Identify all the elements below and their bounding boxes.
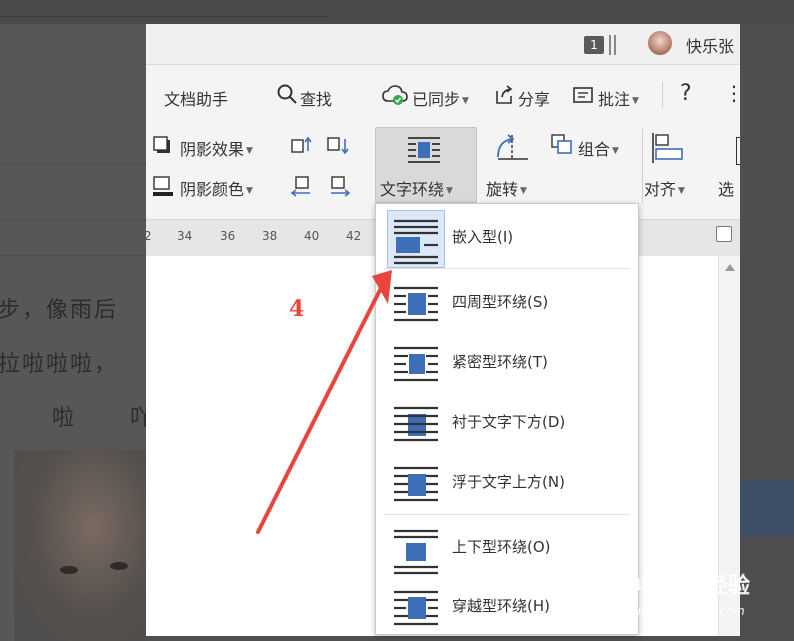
shadow-nudge-down-icon[interactable]: [326, 135, 350, 157]
chevron-down-icon: ▼: [612, 145, 619, 156]
wrap-top-bottom-icon: [394, 529, 438, 575]
share-button[interactable]: 分享: [518, 86, 550, 110]
wrap-square-icon: [394, 286, 438, 322]
chevron-down-icon: ▼: [246, 145, 253, 156]
shadow-color-icon[interactable]: [152, 175, 174, 197]
wrap-through-item[interactable]: 穿越型环绕(H): [384, 576, 630, 634]
wrap-inline-icon: [394, 219, 438, 265]
wrap-top-bottom-item[interactable]: 上下型环绕(O): [384, 517, 630, 575]
wrap-inline-item[interactable]: 嵌入型(I): [384, 207, 630, 268]
paw-icon: ❀: [648, 570, 667, 595]
dimmed-text-line-3: 啦 吖: [52, 406, 154, 431]
find-button[interactable]: 查找: [300, 86, 332, 110]
select-button[interactable]: 选: [718, 176, 734, 200]
text-wrap-icon: [408, 137, 440, 163]
chevron-down-icon: ▼: [462, 95, 469, 106]
shadow-nudge-left-icon[interactable]: [290, 175, 314, 197]
help-button[interactable]: ?: [680, 81, 692, 106]
dimmed-right-panel: [740, 24, 794, 641]
group-icon[interactable]: [550, 133, 574, 155]
dimmed-text-line-2: 拉啦啦啦，: [0, 352, 119, 377]
wrap-behind-icon: [394, 406, 438, 442]
selection-pane-icon[interactable]: [736, 137, 740, 165]
dimmed-text-line-1: 步，像雨后: [0, 298, 119, 323]
watermark-product: 经验: [706, 574, 751, 599]
watermark-logo: Bai❀du: [608, 566, 699, 596]
cloud-sync-icon[interactable]: [382, 84, 408, 106]
chevron-down-icon: ▼: [446, 185, 453, 196]
doc-assistant-button[interactable]: 文档助手: [164, 86, 228, 110]
ruler-toggle-icon[interactable]: [716, 226, 732, 242]
wrap-square-item[interactable]: 四周型环绕(S): [384, 272, 630, 330]
text-wrap-menu: 嵌入型(I) 四周型环绕(S) 紧密型环绕(T) 衬于文字下方(D) 浮于文字上…: [375, 203, 639, 635]
title-bar: 1 快乐张: [146, 24, 740, 65]
wrap-tight-item[interactable]: 紧密型环绕(T): [384, 332, 630, 390]
step-annotation: 4: [289, 296, 305, 322]
shadow-nudge-right-icon[interactable]: [328, 175, 352, 197]
wrap-behind-item[interactable]: 衬于文字下方(D): [384, 392, 630, 450]
rotate-button[interactable]: 旋转 ▼: [486, 176, 527, 200]
search-icon[interactable]: [276, 83, 298, 105]
wrap-tight-icon: [394, 346, 438, 382]
user-name[interactable]: 快乐张: [686, 33, 734, 57]
comment-icon[interactable]: [572, 85, 594, 105]
text-wrap-button[interactable]: 文字环绕 ▼: [375, 127, 477, 203]
chevron-down-icon: ▼: [632, 95, 639, 106]
watermark-url: jingyan.baidu.com: [634, 604, 745, 618]
more-menu-button[interactable]: ⋮: [724, 81, 740, 105]
scroll-up-icon[interactable]: [725, 264, 735, 271]
synced-status[interactable]: 已同步 ▼: [412, 86, 469, 110]
notification-badge[interactable]: 1: [584, 36, 604, 54]
dimmed-top-bar: [0, 0, 794, 24]
shadow-color-button[interactable]: 阴影颜色 ▼: [180, 176, 253, 200]
rotate-icon[interactable]: [490, 131, 530, 165]
ribbon-toolbar: 文档助手 查找 已同步▼ 分享 批注▼ ? ⋮ 阴影效果▼ 阴影颜色▼: [146, 65, 740, 219]
comment-button[interactable]: 批注 ▼: [598, 86, 639, 110]
shadow-nudge-up-icon[interactable]: [290, 135, 312, 157]
chevron-down-icon: ▼: [246, 185, 253, 196]
wrap-front-item[interactable]: 浮于文字上方(N): [384, 452, 630, 510]
dimmed-photo: [14, 450, 146, 641]
shadow-effect-icon[interactable]: [152, 135, 172, 155]
share-icon[interactable]: [494, 85, 514, 105]
chevron-down-icon: ▼: [678, 185, 685, 196]
group-button[interactable]: 组合 ▼: [578, 136, 619, 160]
shadow-effect-button[interactable]: 阴影效果 ▼: [180, 136, 253, 160]
wrap-through-icon: [394, 590, 438, 626]
align-button[interactable]: 对齐 ▼: [644, 176, 685, 200]
chevron-down-icon: ▼: [520, 185, 527, 196]
align-icon[interactable]: [650, 131, 686, 165]
wrap-front-icon: [394, 466, 438, 502]
user-avatar[interactable]: [648, 31, 672, 55]
